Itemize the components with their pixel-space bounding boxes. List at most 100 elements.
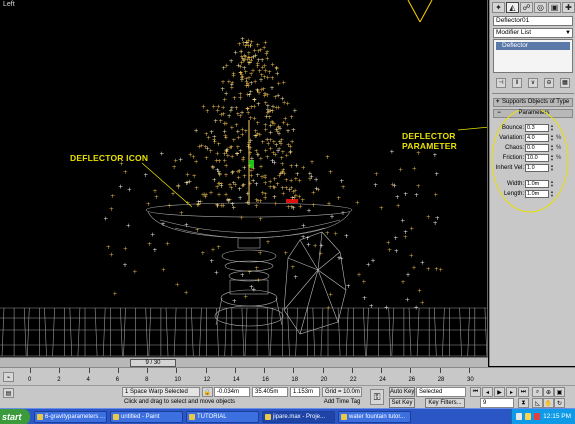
timeline-tick-label: 20 — [320, 377, 328, 383]
particle: + — [283, 116, 288, 123]
particle: + — [243, 293, 248, 300]
particle: + — [221, 111, 226, 118]
particle: + — [311, 202, 316, 209]
object-name-field[interactable]: Deflector01 — [493, 16, 573, 26]
security-icon[interactable] — [534, 413, 540, 420]
taskbar-task[interactable]: 6-gravityparameters ... — [34, 411, 107, 423]
particle: + — [417, 288, 422, 295]
particle: + — [265, 92, 270, 99]
particle: + — [373, 182, 378, 189]
particle: + — [238, 195, 243, 202]
show-end-result-icon[interactable]: ‖ — [512, 77, 522, 88]
arc-rotate-icon[interactable]: ↻ — [554, 398, 565, 408]
field-of-view-icon[interactable]: ◺ — [532, 398, 543, 408]
play-icon[interactable]: ▶ — [494, 387, 505, 397]
auto-key-button[interactable]: Auto Key — [389, 387, 415, 397]
pan-icon[interactable]: ✋ — [543, 398, 554, 408]
particle: + — [314, 176, 319, 183]
z-coordinate-field[interactable]: 1.153m — [290, 387, 320, 397]
zoom-all-icon[interactable]: ⊕ — [543, 387, 554, 397]
motion-icon[interactable]: ◎ — [534, 2, 547, 13]
particle: + — [194, 185, 199, 192]
particle: + — [209, 189, 214, 196]
current-frame-field[interactable]: 9 — [480, 398, 514, 408]
particle: + — [165, 241, 170, 248]
particle: + — [254, 148, 259, 155]
utilities-icon[interactable]: ✚ — [562, 2, 575, 13]
modify-icon[interactable]: ◭ — [506, 2, 519, 13]
modifier-list-dropdown[interactable]: Modifier List ▼ — [493, 28, 573, 38]
maxscript-listener-icon[interactable]: ▤ — [3, 388, 14, 398]
left-viewport[interactable]: + + + + + + + + + + + + + + + + + + + + + + + + + + + + + + + + + + + + + + + +… — [0, 0, 488, 366]
time-config-icon[interactable]: ⧗ — [518, 398, 529, 408]
taskbar-task[interactable]: water fountain tutor... — [338, 411, 411, 423]
prev-frame-icon[interactable]: ◂ — [482, 387, 493, 397]
zoom-extents-icon[interactable]: ▣ — [554, 387, 565, 397]
particle: + — [240, 109, 245, 116]
goto-end-icon[interactable]: ⏭ — [518, 387, 529, 397]
particle: + — [215, 167, 220, 174]
add-time-tag-button[interactable]: Add Time Tag — [322, 398, 362, 408]
remove-modifier-icon[interactable]: ⊖ — [544, 77, 554, 88]
rollout-supports-objects[interactable]: + Supports Objects of Type — [493, 98, 573, 107]
clock[interactable]: 12:15 PM — [543, 409, 571, 424]
hierarchy-icon[interactable]: ☍ — [520, 2, 533, 13]
create-icon[interactable]: ✦ — [492, 2, 505, 13]
stack-item-deflector[interactable]: Deflector — [496, 42, 570, 50]
taskbar-task[interactable]: untitled - Paint — [110, 411, 183, 423]
particle: + — [259, 77, 264, 84]
task-label: untitled - Paint — [121, 414, 160, 420]
viewport-label[interactable]: Left — [3, 1, 15, 8]
next-frame-icon[interactable]: ▸ — [506, 387, 517, 397]
set-key-button[interactable]: Set Key — [389, 398, 415, 408]
taskbar-task[interactable]: jipare.max - Proje... — [262, 411, 335, 423]
timeline-tick-mark — [410, 368, 412, 373]
particle: + — [240, 272, 245, 279]
mini-curve-editor-icon[interactable]: ⌁ — [3, 372, 14, 382]
track-bar[interactable]: ⌁ 0 2 4 6 8 10 12 14 16 18 20 22 24 26 28 30 — [0, 367, 575, 385]
particle: + — [432, 152, 437, 159]
modifier-stack[interactable]: Deflector — [493, 39, 573, 73]
y-coordinate-field[interactable]: 35.405m — [252, 387, 288, 397]
particle: + — [266, 141, 271, 148]
particle: + — [270, 75, 275, 82]
lock-selection-icon[interactable]: 🔒 — [202, 387, 213, 397]
particle: + — [254, 203, 259, 210]
task-label: 6-gravityparameters ... — [45, 414, 106, 420]
make-unique-icon[interactable]: ∨ — [528, 77, 538, 88]
pin-stack-icon[interactable]: ⊣ — [496, 77, 506, 88]
particle: + — [294, 163, 299, 170]
particle: + — [161, 221, 166, 228]
network-icon[interactable] — [516, 413, 522, 420]
particle: + — [217, 158, 222, 165]
particle: + — [243, 69, 248, 76]
goto-start-icon[interactable]: ⏮ — [470, 387, 481, 397]
zoom-icon[interactable]: ⌕ — [532, 387, 543, 397]
configure-sets-icon[interactable]: ▦ — [560, 77, 570, 88]
particle: + — [306, 242, 311, 249]
particle: + — [270, 120, 275, 127]
x-coordinate-field[interactable]: -0.034m — [214, 387, 250, 397]
particle: + — [286, 128, 291, 135]
particle: + — [328, 291, 333, 298]
start-button[interactable]: start — [0, 409, 30, 424]
particle: + — [389, 149, 394, 156]
key-icon[interactable]: ⚿ — [370, 389, 384, 405]
time-slider[interactable]: 9 / 30 — [0, 357, 488, 367]
particle: + — [283, 250, 288, 257]
particle: + — [238, 95, 243, 102]
particle: + — [229, 82, 234, 89]
particle: + — [341, 210, 346, 217]
particle: + — [293, 188, 298, 195]
particle: + — [384, 304, 389, 311]
task-label: jipare.max - Proje... — [273, 414, 326, 420]
time-slider-knob[interactable]: 9 / 30 — [130, 359, 176, 367]
auto-key-mode-dropdown[interactable]: Selected — [416, 387, 466, 397]
volume-icon[interactable] — [525, 413, 531, 420]
key-filters-button[interactable]: Key Filters... — [425, 398, 465, 408]
display-icon[interactable]: ▣ — [548, 2, 561, 13]
particle: + — [118, 184, 123, 191]
particle: + — [244, 83, 249, 90]
track-ruler[interactable]: 0 2 4 6 8 10 12 14 16 18 20 22 24 26 28 30 — [20, 368, 474, 386]
taskbar-task[interactable]: TUTORIAL — [186, 411, 259, 423]
